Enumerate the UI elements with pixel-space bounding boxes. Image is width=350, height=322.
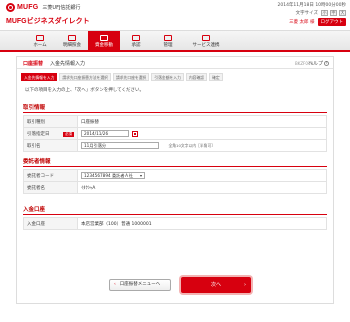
step-item: 請求先口座を選択: [112, 73, 150, 81]
chevron-right-icon: ›: [244, 282, 246, 288]
font-size-large-button[interactable]: 大: [339, 10, 346, 16]
help-link[interactable]: ヘルプ ?: [308, 60, 329, 67]
transfer-icon: [100, 34, 108, 41]
nav-item-statement[interactable]: 明細照会: [56, 31, 88, 51]
input-note: 全角10文字以内［半角可］: [168, 143, 216, 148]
company-table: 委託者コード 1234567894 委託者Ａ社 委託者名 ｲﾀｸｼｬA: [23, 169, 327, 194]
logout-button[interactable]: ログアウト: [317, 18, 346, 26]
section-title-company: 委託者情報: [23, 159, 51, 165]
nav-label: 明細照会: [63, 42, 81, 48]
font-size-controls: 文字サイズ 小 中 大: [277, 10, 346, 16]
top-header: MUFG 三菱UFJ信託銀行 MUFGビジネスダイレクト 2014年11月18日…: [0, 0, 350, 30]
chevron-left-icon: ‹: [114, 282, 116, 287]
step-item: 請求先口座振替方法を選択: [59, 73, 111, 81]
page-category: 口座振替: [23, 61, 44, 67]
withdrawal-date-input[interactable]: 2014/11/26: [81, 130, 129, 137]
table-row: 取引名 11月引落分 全角10文字以内［半角可］: [23, 139, 327, 152]
deposit-account-value: 本店営業部（100）普通 1000001: [77, 217, 327, 230]
back-to-menu-button[interactable]: ‹ 口座振替メニューへ: [109, 279, 171, 291]
page-title-bar: 口座振替 入金先情報入力 BKZF010 ヘルプ ?: [17, 57, 333, 69]
field-label: 委託者コード: [23, 169, 78, 182]
calendar-icon[interactable]: [132, 130, 139, 137]
login-datetime: 2014年11月18日 10時00分00秒: [277, 3, 346, 8]
back-button-label: 口座振替メニューへ: [119, 282, 161, 287]
header-utility: 2014年11月18日 10時00分00秒 文字サイズ 小 中 大 三菱 太郎 …: [277, 2, 346, 26]
nav-item-transfer[interactable]: 資金移動: [88, 31, 120, 51]
help-label: ヘルプ: [307, 61, 323, 67]
table-row: 入金口座 本店営業部（100）普通 1000001: [23, 217, 327, 230]
nav-label: 管理: [163, 42, 173, 48]
field-label: 取引種別: [23, 115, 78, 128]
user-row: 三菱 太郎 様 ログアウト: [277, 18, 346, 26]
approve-icon: [132, 34, 140, 41]
nav-label: 資金移動: [95, 42, 113, 48]
manage-icon: [164, 34, 172, 41]
table-row: 引落指定日 必須 2014/11/26: [23, 127, 327, 140]
field-label: 取引名: [23, 139, 78, 152]
table-row: 委託者コード 1234567894 委託者Ａ社: [23, 169, 327, 182]
next-button-label: 次へ: [210, 282, 221, 288]
step-item: 確定: [209, 73, 223, 81]
service-name: MUFGビジネスダイレクト: [6, 18, 90, 25]
company-code-select[interactable]: 1234567894 委託者Ａ社: [81, 172, 145, 179]
bank-logo[interactable]: MUFG 三菱UFJ信託銀行: [6, 3, 80, 12]
service-icon: [202, 34, 210, 41]
logo-text: MUFG: [17, 4, 39, 11]
page-title: 入金先情報入力: [50, 61, 86, 67]
bank-name: 三菱UFJ信託銀行: [42, 5, 81, 11]
section-divider: [23, 166, 327, 167]
nav-item-service[interactable]: サービス連携: [184, 31, 228, 51]
required-badge: 必須: [63, 131, 74, 137]
date-cell: 2014/11/26: [77, 127, 327, 140]
field-label-cell: 引落指定日 必須: [23, 127, 78, 140]
company-name-value: ｲﾀｸｼｬA: [77, 181, 327, 194]
table-row: 委託者名 ｲﾀｸｼｬA: [23, 181, 327, 194]
section-divider: [23, 112, 327, 113]
step-item: 引落金額を入力: [151, 73, 184, 81]
help-icon: ?: [324, 61, 329, 66]
field-label: 委託者名: [23, 181, 78, 194]
name-cell: 11月引落分 全角10文字以内［半角可］: [77, 139, 327, 152]
company-code-cell: 1234567894 委託者Ａ社: [77, 169, 327, 182]
transaction-type-value: 口座振替: [77, 115, 327, 128]
step-item: 入金先情報を入力: [21, 73, 58, 81]
nav-item-home[interactable]: ホーム: [24, 31, 56, 51]
font-size-medium-button[interactable]: 中: [330, 10, 337, 16]
user-name: 三菱 太郎 様: [289, 20, 315, 25]
field-label: 引落指定日: [27, 131, 50, 137]
nav-label: 承認: [131, 42, 141, 48]
next-button[interactable]: 次へ ›: [181, 277, 251, 293]
deposit-table: 入金口座 本店営業部（100）普通 1000001: [23, 217, 327, 230]
main-content: 口座振替 入金先情報入力 BKZF010 ヘルプ ? 入金先情報を入力 請求先口…: [16, 56, 334, 304]
mufg-logo-icon: [6, 3, 15, 12]
section-divider: [23, 214, 327, 215]
nav-label: サービス連携: [192, 42, 220, 48]
section-title-transaction: 取引情報: [23, 105, 46, 111]
step-indicator: 入金先情報を入力 請求先口座振替方法を選択 請求先口座を選択 引落金額を入力 内…: [21, 73, 329, 81]
transaction-table: 取引種別 口座振替 引落指定日 必須 2014/11/26 取引名 11月引落分…: [23, 115, 327, 152]
field-label: 入金口座: [23, 217, 78, 230]
font-size-small-button[interactable]: 小: [321, 10, 328, 16]
nav-item-manage[interactable]: 管理: [152, 31, 184, 51]
statement-icon: [68, 34, 76, 41]
instruction-text: 以下の項目を入力の上、「次へ」ボタンを押してください。: [25, 88, 144, 93]
nav-item-approve[interactable]: 承認: [120, 31, 152, 51]
font-size-label: 文字サイズ: [295, 11, 318, 16]
home-icon: [36, 34, 44, 41]
transaction-name-input[interactable]: 11月引落分: [81, 142, 159, 149]
nav-label: ホーム: [33, 42, 47, 48]
table-row: 取引種別 口座振替: [23, 115, 327, 128]
global-nav: ホーム 明細照会 資金移動 承認 管理 サービス連携: [0, 30, 350, 52]
section-title-deposit: 入金口座: [23, 207, 46, 213]
step-item: 内容確認: [185, 73, 208, 81]
